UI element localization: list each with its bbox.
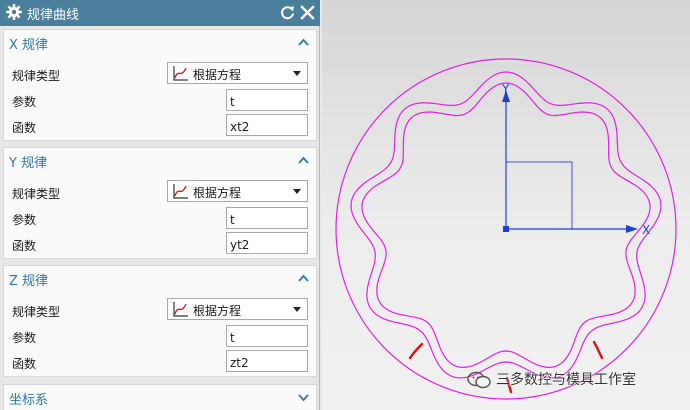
- y-law-type-dropdown[interactable]: 根据方程: [167, 180, 308, 202]
- watermark-text: 三多数控与模具工作室: [496, 372, 636, 388]
- z-param-input[interactable]: [226, 325, 308, 347]
- z-law-type-dropdown[interactable]: 根据方程: [167, 298, 308, 320]
- law-curve-dialog: 规律曲线 X 规律 规律类型 根据方程 参数 函数 Y: [0, 0, 320, 410]
- y-law-title: Y 规律: [9, 156, 48, 171]
- z-law-type-label: 规律类型: [12, 305, 61, 319]
- chevron-up-icon[interactable]: [297, 272, 310, 285]
- graphics-viewport[interactable]: Y X 三多数控与模具工作室: [322, 0, 690, 410]
- red-mark-right: [592, 340, 604, 360]
- csys-plane: [505, 161, 573, 230]
- z-func-input[interactable]: [226, 350, 308, 372]
- dropdown-arrow-icon: [293, 189, 301, 194]
- wechat-icon: [467, 371, 491, 389]
- chevron-up-icon[interactable]: [297, 154, 310, 167]
- z-param-label: 参数: [12, 331, 37, 345]
- x-law-header[interactable]: X 规律: [4, 30, 316, 56]
- x-law-type-label: 规律类型: [12, 69, 61, 83]
- coordinate-system-title: 坐标系: [9, 393, 49, 408]
- x-axis-label: X: [642, 223, 650, 237]
- x-func-label: 函数: [12, 121, 37, 135]
- x-param-label: 参数: [12, 95, 37, 109]
- y-param-input[interactable]: [226, 207, 308, 229]
- y-law-header[interactable]: Y 规律: [4, 148, 316, 174]
- y-law-type-value: 根据方程: [193, 186, 242, 200]
- chevron-up-icon[interactable]: [297, 36, 310, 49]
- z-law-header[interactable]: Z 规律: [4, 266, 316, 292]
- y-func-label: 函数: [12, 239, 37, 253]
- z-func-label: 函数: [12, 357, 37, 371]
- z-law-title: Z 规律: [9, 274, 49, 289]
- x-law-title: X 规律: [9, 38, 49, 53]
- x-param-input[interactable]: [226, 89, 308, 111]
- y-func-input[interactable]: [226, 232, 308, 254]
- law-curve-icon: [173, 66, 188, 81]
- gear-icon[interactable]: [5, 3, 23, 21]
- law-curve-icon: [173, 184, 188, 199]
- dialog-title: 规律曲线: [27, 8, 80, 23]
- y-law-section: Y 规律 规律类型 根据方程 参数 函数: [3, 147, 317, 259]
- chevron-down-icon[interactable]: [297, 391, 310, 404]
- x-law-section: X 规律 规律类型 根据方程 参数 函数: [3, 29, 317, 141]
- coordinate-system-section[interactable]: 坐标系: [3, 384, 317, 410]
- dialog-titlebar: 规律曲线: [0, 0, 320, 26]
- close-icon[interactable]: [299, 4, 316, 21]
- x-law-type-dropdown[interactable]: 根据方程: [167, 62, 308, 84]
- y-axis-label: Y: [501, 82, 510, 96]
- law-curve-icon: [173, 302, 188, 317]
- z-law-type-value: 根据方程: [193, 304, 242, 318]
- dropdown-arrow-icon: [293, 71, 301, 76]
- x-law-type-value: 根据方程: [193, 68, 242, 82]
- x-axis-arrow: [626, 225, 638, 233]
- y-param-label: 参数: [12, 213, 37, 227]
- dropdown-arrow-icon: [293, 307, 301, 312]
- watermark: 三多数控与模具工作室: [462, 368, 690, 392]
- y-law-type-label: 规律类型: [12, 187, 61, 201]
- reset-icon[interactable]: [279, 4, 296, 21]
- z-law-section: Z 规律 规律类型 根据方程 参数 函数: [3, 265, 317, 377]
- x-func-input[interactable]: [226, 114, 308, 136]
- origin-marker: [503, 226, 509, 232]
- red-mark-left: [408, 342, 424, 360]
- model-view: Y X: [335, 58, 677, 400]
